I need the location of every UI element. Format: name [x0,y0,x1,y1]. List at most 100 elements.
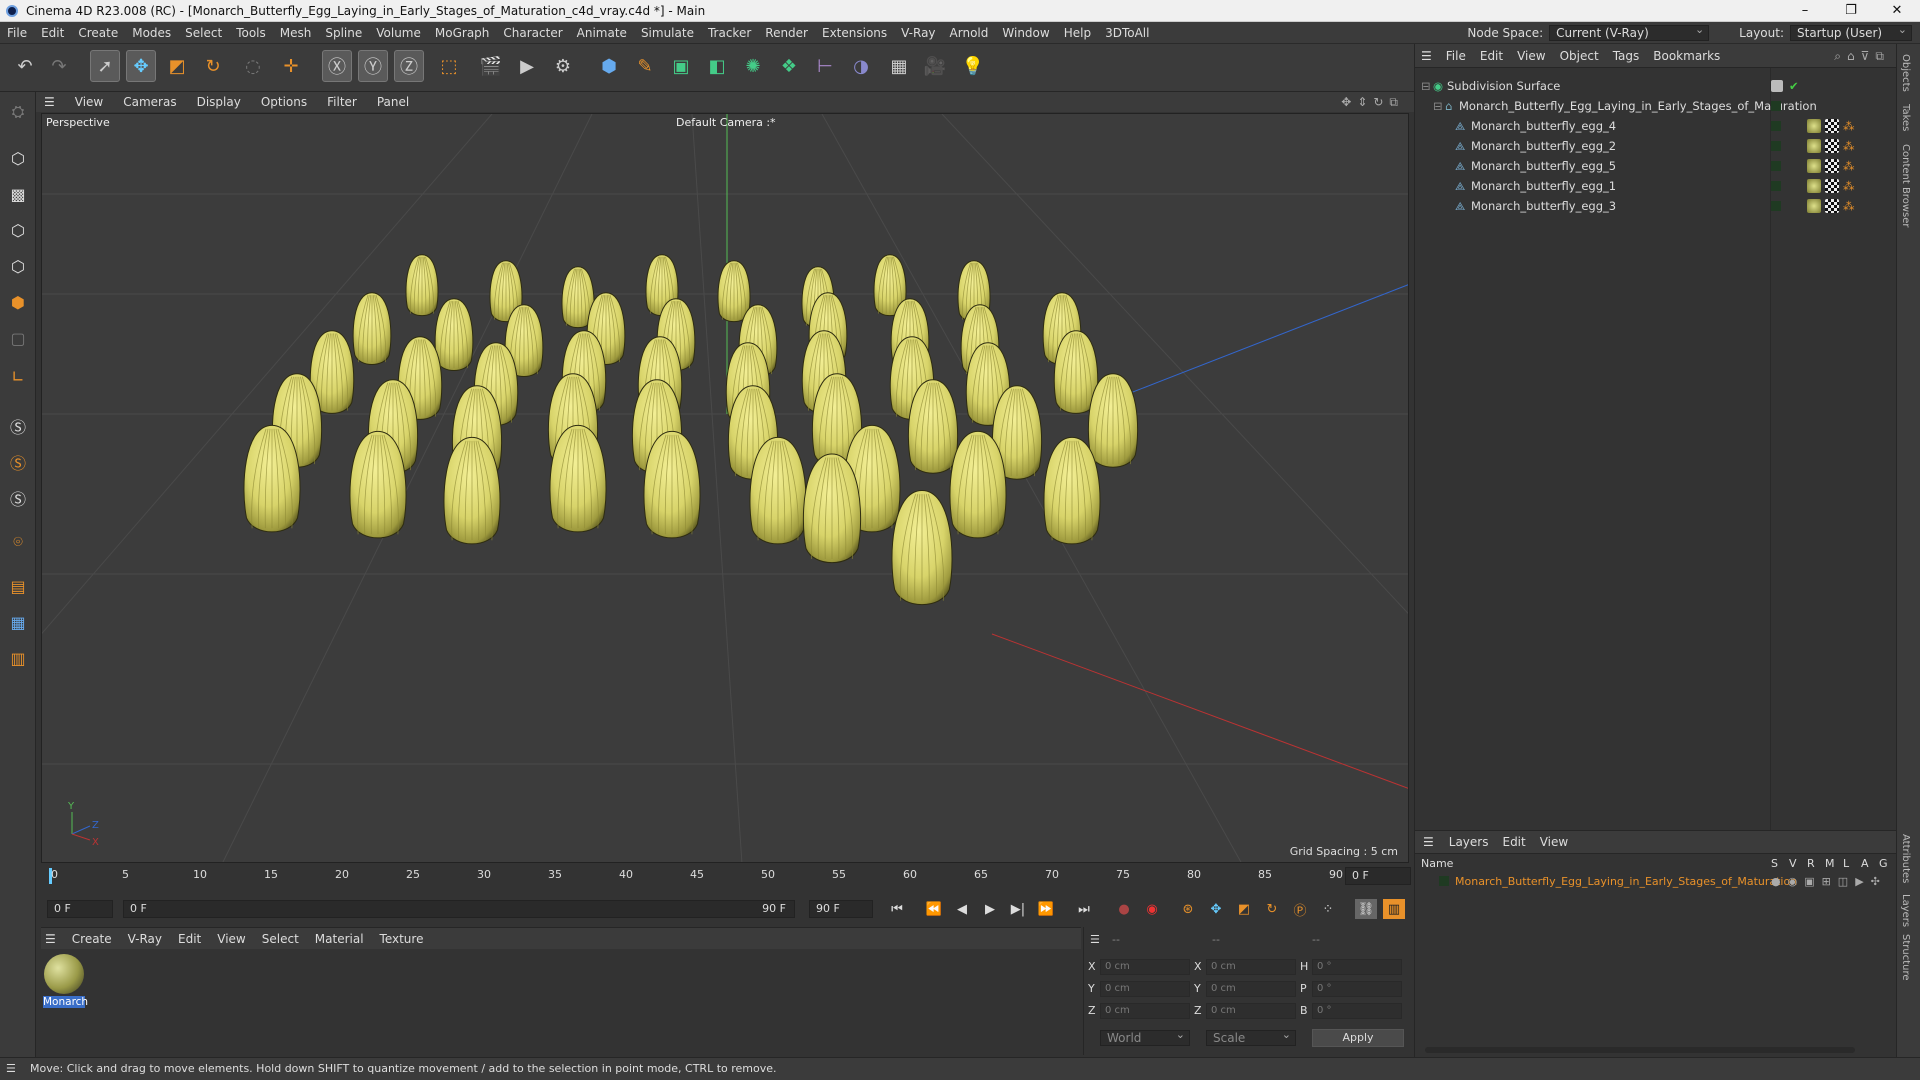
material-tag-icon[interactable] [1807,119,1821,133]
locked-workplane-icon[interactable]: ▥ [4,644,32,672]
coord-rot-h-field[interactable]: 0 ° [1312,959,1402,975]
uvw-tag-icon[interactable] [1825,199,1839,213]
collapse-toggle-icon[interactable]: ⊟ [1433,96,1443,116]
polygons-mode-icon[interactable]: ⬢ [4,288,32,316]
viewport-nav-icons[interactable]: ✥⇕↻⧉ [1331,92,1414,112]
layer-row[interactable]: Monarch_Butterfly_Egg_Laying_in_Early_St… [1415,872,1897,890]
y-axis-lock-icon[interactable]: Ⓨ [358,50,388,82]
go-to-start-icon[interactable]: ⏮ [886,899,908,919]
coord-pos-x-field[interactable]: 0 cm [1100,959,1190,975]
material-tag-icon[interactable] [1807,199,1821,213]
vp-menu-filter[interactable]: Filter [317,92,367,112]
key-parameter-icon[interactable]: Ⓟ [1289,899,1311,919]
material-tag-icon[interactable] [1807,179,1821,193]
vray-tag-icon[interactable]: ⁂ [1843,116,1855,136]
viewport-menu-icon[interactable]: ☰ [36,92,65,112]
close-button[interactable]: ✕ [1874,3,1920,18]
edges-mode-icon[interactable]: ⬡ [4,252,32,280]
menu-extensions[interactable]: Extensions [815,22,894,44]
scheme-icon[interactable]: ⛓ [1355,899,1377,919]
coords-menu-icon[interactable]: ☰ [1090,933,1100,946]
next-frame-icon[interactable]: ▶| [1007,899,1029,919]
obj-menu-bookmarks[interactable]: Bookmarks [1646,44,1727,68]
cube-object-icon[interactable]: ⬢ [594,50,624,82]
tree-row-egg[interactable]: ⟁ Monarch_butterfly_egg_4 ⁂ [1415,116,1897,136]
render-picture-viewer-icon[interactable]: ▶ [512,50,542,82]
object-manager-tools-icons[interactable]: ⌕⌂⊽⧉ [1827,44,1896,68]
menu-select[interactable]: Select [178,22,229,44]
grid-icon[interactable]: ▦ [4,608,32,636]
uvw-tag-icon[interactable] [1825,119,1839,133]
layout-dropdown[interactable]: Startup (User) [1790,23,1912,41]
tree-row-egg[interactable]: ⟁ Monarch_butterfly_egg_1 ⁂ [1415,176,1897,196]
coord-size-z-field[interactable]: 0 cm [1206,1003,1296,1019]
tab-structure[interactable]: Structure [1900,934,1911,981]
coord-size-y-field[interactable]: 0 cm [1206,981,1296,997]
obj-menu-tags[interactable]: Tags [1606,44,1647,68]
undo-icon[interactable]: ↶ [10,50,40,82]
snap-settings-icon[interactable]: Ⓢ [4,448,32,476]
model-mode-icon[interactable]: ⬡ [4,144,32,172]
key-scale-icon[interactable]: ◩ [1233,899,1255,919]
timeline-ruler[interactable]: 0 5 10 15 20 25 30 35 40 45 50 55 60 65 70 75 80 85 90 0 F [41,864,1414,888]
obj-menu-view[interactable]: View [1510,44,1552,68]
vp-menu-display[interactable]: Display [187,92,251,112]
mat-menu-material[interactable]: Material [307,928,372,950]
obj-menu-object[interactable]: Object [1553,44,1606,68]
render-settings-icon[interactable]: ⚙ [548,50,578,82]
key-rotation-icon[interactable]: ↻ [1261,899,1283,919]
menu-create[interactable]: Create [71,22,125,44]
vray-tag-icon[interactable]: ⁂ [1843,156,1855,176]
current-frame-field[interactable]: 0 F [1345,867,1411,885]
play-icon[interactable]: ▶ [979,899,1001,919]
coord-pos-y-field[interactable]: 0 cm [1100,981,1190,997]
tab-objects[interactable]: Objects [1900,54,1911,92]
coord-mode-dropdown[interactable]: Scale [1206,1028,1296,1046]
obj-menu-edit[interactable]: Edit [1473,44,1510,68]
coord-system-dropdown[interactable]: World [1100,1028,1190,1046]
scale-tool-icon[interactable]: ◩ [162,50,192,82]
instance-icon[interactable]: ❖ [774,50,804,82]
menu-tracker[interactable]: Tracker [701,22,758,44]
mograph-cloner-icon[interactable]: ✺ [738,50,768,82]
tab-layers[interactable]: Layers [1900,894,1911,927]
uvw-tag-icon[interactable] [1825,139,1839,153]
vp-menu-cameras[interactable]: Cameras [113,92,186,112]
viewport-camera-label[interactable]: Default Camera :* [676,116,776,129]
coordinate-system-icon[interactable]: ⬚ [434,50,464,82]
previous-key-icon[interactable]: ⏪ [923,899,945,919]
mat-menu-texture[interactable]: Texture [372,928,432,950]
texture-mode-icon[interactable]: ▩ [4,180,32,208]
render-view-icon[interactable]: 🎬 [476,50,506,82]
tab-takes[interactable]: Takes [1900,104,1911,131]
tree-row-subdivision[interactable]: ⊟ ◉ Subdivision Surface ✔ [1415,76,1897,96]
menu-vray[interactable]: V-Ray [894,22,942,44]
menu-mograph[interactable]: MoGraph [428,22,497,44]
menu-edit[interactable]: Edit [34,22,71,44]
collapse-toggle-icon[interactable]: ⊟ [1421,76,1431,96]
magnet-icon[interactable]: ⌾ [4,528,32,556]
vray-tag-icon[interactable]: ⁂ [1843,196,1855,216]
points-mode-icon[interactable]: ⬡ [4,216,32,244]
vp-menu-options[interactable]: Options [251,92,317,112]
transform-tool-icon[interactable]: ✛ [276,50,306,82]
tree-row-null[interactable]: ⊟ ⌂ Monarch_Butterfly_Egg_Laying_in_Earl… [1415,96,1897,116]
end-frame-field[interactable]: 90 F [809,900,873,918]
layers-menu-icon[interactable]: ☰ [1415,835,1442,849]
menu-3dtoall[interactable]: 3DToAll [1098,22,1156,44]
auto-keying-icon[interactable]: ◉ [1141,899,1163,919]
workplane-icon[interactable]: ▤ [4,572,32,600]
tree-row-egg[interactable]: ⟁ Monarch_butterfly_egg_2 ⁂ [1415,136,1897,156]
move-tool-icon[interactable]: ✥ [126,50,156,82]
tab-content-browser[interactable]: Content Browser [1900,144,1911,227]
layer-color-icon[interactable] [1439,876,1449,886]
axis-mode-icon[interactable]: ∟ [4,362,32,390]
menu-character[interactable]: Character [496,22,569,44]
tree-row-egg[interactable]: ⟁ Monarch_butterfly_egg_5 ⁂ [1415,156,1897,176]
menu-simulate[interactable]: Simulate [634,22,701,44]
record-keys-icon[interactable]: ● [1113,899,1135,919]
menu-render[interactable]: Render [758,22,815,44]
enabled-check-icon[interactable]: ✔ [1789,76,1799,96]
select-tool-icon[interactable]: ➚ [90,50,120,82]
minimize-button[interactable]: – [1782,3,1828,18]
